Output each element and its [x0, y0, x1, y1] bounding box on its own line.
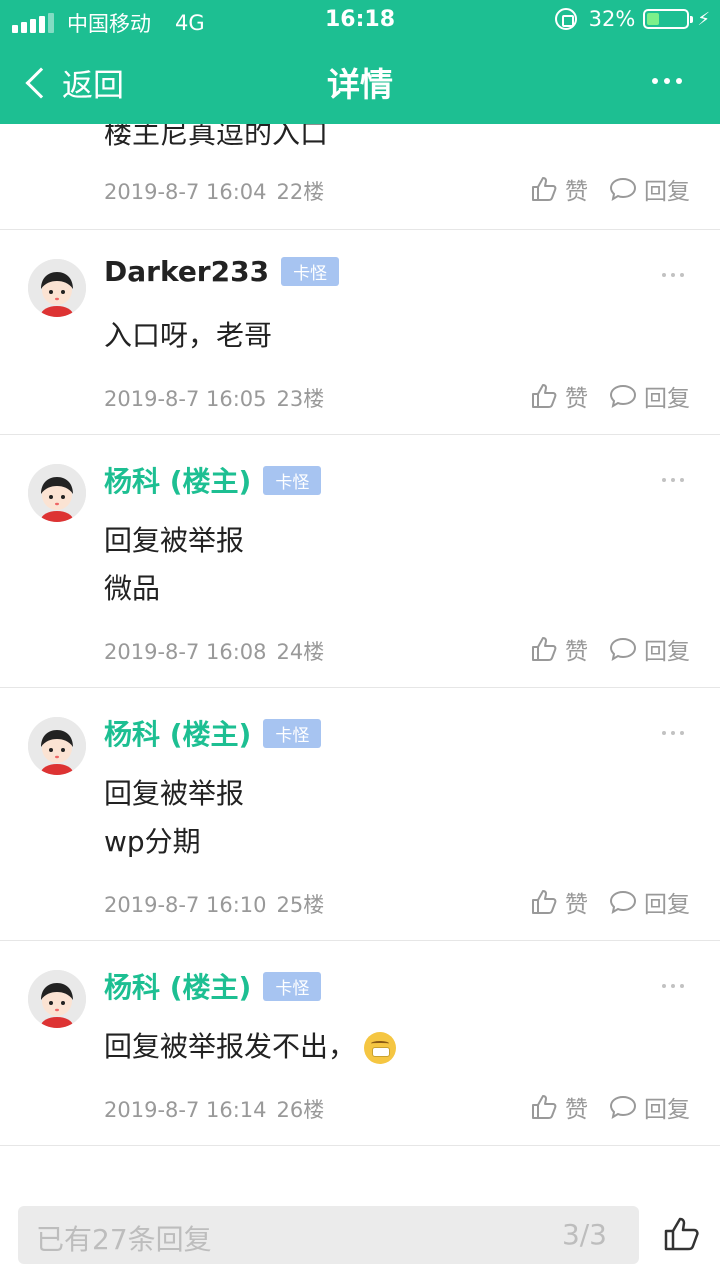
- comment-bubble-icon: [609, 637, 637, 662]
- bottom-bar: 已有27条回复 3/3: [0, 1184, 720, 1280]
- avatar[interactable]: [28, 259, 86, 317]
- avatar[interactable]: [28, 717, 86, 775]
- like-button[interactable]: 赞: [529, 379, 588, 413]
- comment-bubble-icon: [609, 890, 637, 915]
- orientation-lock-icon: [554, 8, 577, 30]
- thumbs-up-icon: [532, 384, 557, 408]
- reply-input[interactable]: 已有27条回复 3/3: [18, 1206, 639, 1264]
- reply-item: Darker233 卡怪 入口呀，老哥 2019-8-7 16:05 23楼 赞 …: [0, 230, 720, 435]
- reply-time: 2019-8-7 16:14: [104, 1098, 267, 1122]
- avatar-cartoon-icon: [28, 717, 86, 775]
- reply-header: 杨科 (楼主) 卡怪: [104, 713, 322, 753]
- like-button[interactable]: 赞: [529, 632, 588, 666]
- page-indicator[interactable]: 3/3: [562, 1218, 607, 1251]
- reply-time: 2019-8-7 16:10: [104, 893, 267, 917]
- battery-level-fill: [647, 13, 660, 25]
- like-button[interactable]: 赞: [529, 1090, 588, 1124]
- user-badge: 卡怪: [263, 465, 322, 495]
- reply-time: 2019-8-7 16:08: [104, 640, 267, 664]
- reply-text: 回复被举报发不出，: [104, 1023, 397, 1071]
- like-button[interactable]: 赞: [529, 885, 588, 919]
- reply-floor: 22楼: [276, 180, 325, 204]
- reply-button[interactable]: 回复: [608, 632, 690, 666]
- reply-meta: 2019-8-7 16:04 22楼: [104, 176, 324, 206]
- reply-item: 杨科 (楼主) 卡怪 回复被举报 wp分期 2019-8-7 16:10 25楼 …: [0, 688, 720, 941]
- battery-icon: [643, 9, 694, 29]
- reply-button[interactable]: 回复: [608, 379, 690, 413]
- reply-floor: 26楼: [276, 1098, 325, 1122]
- reply-meta: 2019-8-7 16:08 24楼: [104, 636, 324, 666]
- reply-actions: 赞 回复: [529, 172, 690, 206]
- reply-button[interactable]: 回复: [608, 172, 690, 206]
- thumbs-up-icon: [532, 177, 557, 201]
- reply-item: 杨科 (楼主) 卡怪 回复被举报 微品 2019-8-7 16:08 24楼 赞 …: [0, 435, 720, 688]
- header: 中国移动 4G 16:18 32% ⚡ 返回 详情: [0, 0, 720, 124]
- battery-percent: 32%: [588, 7, 636, 31]
- reply-list: 楼主尼真逗的入口 2019-8-7 16:04 22楼 赞 回复 Darker23…: [0, 124, 720, 1184]
- reply-actions: 赞 回复: [529, 632, 690, 666]
- reply-text: 回复被举报 微品: [104, 524, 245, 605]
- reply-button[interactable]: 回复: [608, 1090, 690, 1124]
- reply-item: 杨科 (楼主) 卡怪 回复被举报发不出， 2019-8-7 16:14 26楼 赞…: [0, 941, 720, 1146]
- reply-more-icon[interactable]: [657, 273, 684, 277]
- reply-time: 2019-8-7 16:04: [104, 180, 267, 204]
- more-icon[interactable]: [646, 78, 682, 84]
- reply-time: 2019-8-7 16:05: [104, 387, 267, 411]
- avatar-cartoon-icon: [28, 970, 86, 1028]
- user-badge: 卡怪: [281, 257, 340, 286]
- reply-actions: 赞 回复: [529, 885, 690, 919]
- reply-floor: 24楼: [276, 640, 325, 664]
- reply-floor: 23楼: [276, 387, 325, 411]
- page-title: 详情: [327, 65, 393, 104]
- thumbs-up-icon[interactable]: [662, 1214, 702, 1254]
- reply-header: 杨科 (楼主) 卡怪: [104, 966, 322, 1006]
- reply-button[interactable]: 回复: [608, 885, 690, 919]
- zipped-mouth-emoji-icon: [364, 1032, 397, 1064]
- avatar[interactable]: [28, 464, 86, 522]
- like-button[interactable]: 赞: [529, 172, 588, 206]
- comment-bubble-icon: [609, 1095, 637, 1120]
- reply-meta: 2019-8-7 16:14 26楼: [104, 1094, 324, 1124]
- user-badge: 卡怪: [263, 718, 322, 748]
- user-badge: 卡怪: [263, 971, 322, 1001]
- reply-floor: 25楼: [276, 893, 325, 917]
- avatar-cartoon-icon: [28, 464, 86, 522]
- avatar-cartoon-icon: [28, 259, 86, 317]
- status-right: 32% ⚡: [554, 7, 710, 31]
- reply-meta: 2019-8-7 16:10 25楼: [104, 889, 324, 919]
- thumbs-up-icon: [532, 890, 557, 914]
- thumbs-up-icon: [532, 637, 557, 661]
- username[interactable]: 杨科 (楼主): [104, 966, 251, 1006]
- nav-bar: 返回 详情: [0, 40, 720, 124]
- avatar[interactable]: [28, 970, 86, 1028]
- reply-actions: 赞 回复: [529, 1090, 690, 1124]
- username[interactable]: Darker233: [104, 255, 269, 288]
- reply-text: 回复被举报 wp分期: [104, 777, 245, 858]
- username[interactable]: 杨科 (楼主): [104, 713, 251, 753]
- reply-header: Darker233 卡怪: [104, 255, 340, 288]
- comment-bubble-icon: [609, 177, 637, 202]
- reply-more-icon[interactable]: [657, 731, 684, 735]
- reply-item: 楼主尼真逗的入口 2019-8-7 16:04 22楼 赞 回复: [0, 124, 720, 230]
- thumbs-up-icon: [532, 1095, 557, 1119]
- reply-text: 楼主尼真逗的入口: [104, 124, 329, 150]
- charging-bolt-icon: ⚡: [697, 8, 710, 30]
- reply-more-icon[interactable]: [657, 478, 684, 482]
- reply-more-icon[interactable]: [657, 984, 684, 988]
- comment-bubble-icon: [609, 384, 637, 409]
- reply-text: 入口呀，老哥: [104, 319, 273, 352]
- reply-actions: 赞 回复: [529, 379, 690, 413]
- reply-header: 杨科 (楼主) 卡怪: [104, 460, 322, 500]
- status-bar: 中国移动 4G 16:18 32% ⚡: [0, 0, 720, 40]
- username[interactable]: 杨科 (楼主): [104, 460, 251, 500]
- reply-placeholder: 已有27条回复: [36, 1223, 212, 1256]
- reply-meta: 2019-8-7 16:05 23楼: [104, 383, 324, 413]
